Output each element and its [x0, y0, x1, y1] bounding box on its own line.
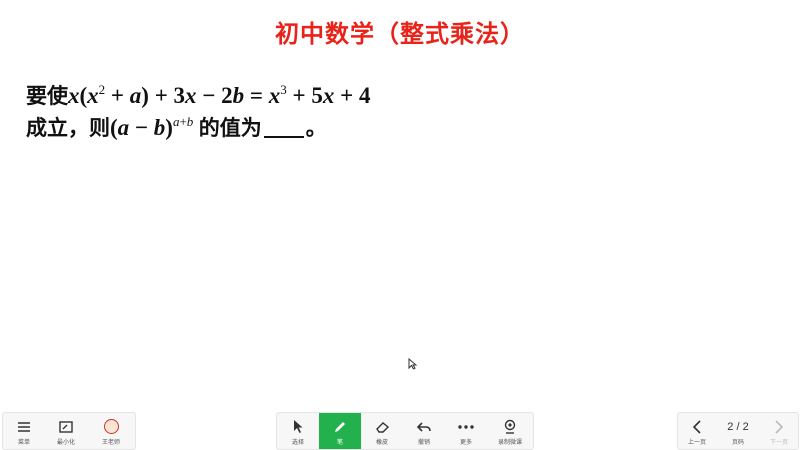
chevron-right-icon	[774, 418, 784, 435]
page-indicator-button[interactable]: 2 / 2 页码	[716, 413, 760, 449]
more-button[interactable]: 更多	[445, 413, 487, 449]
answer-blank[interactable]	[263, 116, 304, 138]
question-condition: 成立，则	[26, 116, 110, 140]
page-title: 初中数学（整式乘法）	[275, 20, 525, 48]
toolbar-right-group: 上一页 2 / 2 页码 下一页	[677, 412, 799, 450]
next-page-button[interactable]: 下一页	[760, 413, 798, 449]
page-indicator: 2 / 2	[727, 420, 749, 433]
question-block: 要使x(x2 + a) + 3x − 2b = x3 + 5x + 4 成立，则…	[26, 74, 371, 140]
question-line-1: 要使x(x2 + a) + 3x − 2b = x3 + 5x + 4	[26, 74, 371, 108]
eraser-icon	[375, 418, 390, 435]
expression: (a − b)a+b	[110, 114, 194, 140]
eraser-tool-button[interactable]: 橡皮	[361, 413, 403, 449]
record-lesson-button[interactable]: 录制微课	[487, 413, 533, 449]
undo-button[interactable]: 撤销	[403, 413, 445, 449]
chevron-left-icon	[692, 418, 702, 435]
question-ask: 的值为	[198, 116, 262, 140]
equation: x(x2 + a) + 3x − 2b = x3 + 5x + 4	[68, 82, 371, 108]
prev-page-button[interactable]: 上一页	[678, 413, 716, 449]
pen-icon	[333, 418, 347, 435]
bottom-toolbar: 菜单 最小化 王老师 选择 笔 橡皮 撤销 更多 录制微课 上一页 2 / 2 …	[0, 412, 800, 450]
select-cursor-icon	[292, 418, 304, 435]
question-end: 。	[305, 116, 327, 140]
question-prefix: 要使	[26, 84, 68, 108]
menu-button[interactable]: 菜单	[3, 413, 45, 449]
select-tool-button[interactable]: 选择	[277, 413, 319, 449]
minimize-icon	[58, 418, 74, 435]
avatar-icon	[103, 419, 119, 434]
user-profile-button[interactable]: 王老师	[87, 413, 135, 449]
mouse-cursor-icon	[408, 358, 417, 370]
menu-icon	[16, 418, 32, 435]
question-line-2: 成立，则(a − b)a+b 的值为 。	[26, 106, 370, 140]
minimize-button[interactable]: 最小化	[45, 413, 87, 449]
pen-tool-button[interactable]: 笔	[319, 413, 361, 449]
record-icon	[502, 418, 518, 435]
toolbar-left-group: 菜单 最小化 王老师	[2, 412, 136, 450]
undo-icon	[416, 418, 432, 435]
toolbar-center-group: 选择 笔 橡皮 撤销 更多 录制微课	[276, 412, 534, 450]
more-icon	[457, 418, 475, 435]
